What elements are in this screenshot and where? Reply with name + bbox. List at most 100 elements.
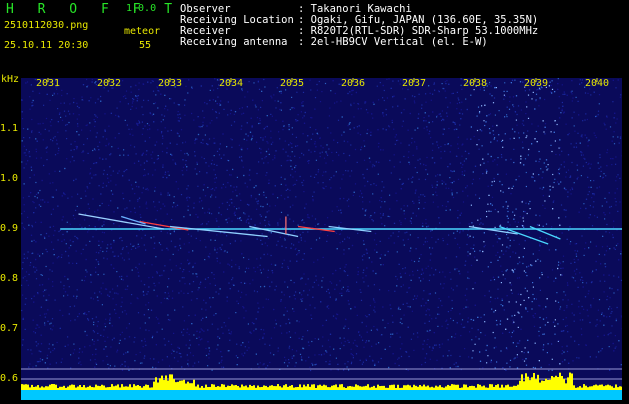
noise-dot xyxy=(52,271,53,272)
noise-dot xyxy=(613,275,614,276)
noise-dot xyxy=(104,170,105,171)
noise-dot xyxy=(95,102,96,103)
noise-dot xyxy=(297,120,298,121)
noise-dot xyxy=(425,202,426,203)
noise-dot xyxy=(271,338,272,339)
noise-dot xyxy=(111,87,112,88)
noise-dot xyxy=(374,284,375,285)
noise-dot xyxy=(315,129,316,130)
noise-dot xyxy=(353,355,354,356)
noise-dot xyxy=(518,327,519,328)
noise-dot xyxy=(95,174,96,175)
noise-dot xyxy=(191,113,192,114)
noise-dot xyxy=(322,175,323,176)
noise-dot xyxy=(603,173,604,174)
noise-dot xyxy=(539,161,540,162)
noise-dot xyxy=(581,277,582,278)
noise-dot xyxy=(518,313,519,314)
noise-dot xyxy=(380,258,381,259)
noise-dot xyxy=(427,174,428,175)
noise-dot xyxy=(587,119,588,120)
noise-dot xyxy=(93,324,94,325)
noise-dot xyxy=(542,189,543,190)
noise-dot xyxy=(87,188,88,189)
noise-dot xyxy=(478,139,479,140)
noise-dot xyxy=(146,161,147,162)
noise-dot xyxy=(93,344,94,345)
noise-dot xyxy=(601,348,602,349)
noise-dot xyxy=(237,218,238,219)
noise-dot xyxy=(301,294,302,295)
noise-dot xyxy=(539,360,540,361)
noise-dot xyxy=(494,97,495,98)
noise-dot xyxy=(578,357,579,358)
noise-dot xyxy=(300,176,301,177)
noise-dot xyxy=(290,280,291,281)
noise-dot xyxy=(153,201,154,202)
noise-dot xyxy=(156,317,157,318)
noise-dot xyxy=(567,285,568,286)
noise-dot xyxy=(130,109,131,110)
noise-dot xyxy=(213,169,214,170)
noise-dot xyxy=(558,78,559,79)
noise-dot xyxy=(371,219,372,220)
noise-dot xyxy=(421,254,422,255)
noise-dot xyxy=(238,208,239,209)
noise-dot xyxy=(333,316,334,317)
noise-dot xyxy=(50,183,51,184)
noise-dot xyxy=(31,84,32,85)
noise-dot xyxy=(510,360,511,361)
noise-dot xyxy=(376,185,377,186)
noise-dot xyxy=(513,342,514,343)
frequency-unit: kHz xyxy=(1,74,19,85)
noise-dot xyxy=(465,265,466,266)
noise-dot xyxy=(325,186,326,187)
noise-dot xyxy=(194,363,195,364)
noise-dot xyxy=(563,256,564,257)
noise-dot xyxy=(69,262,70,263)
noise-dot xyxy=(400,337,401,338)
noise-dot xyxy=(232,139,233,140)
noise-dot xyxy=(374,249,375,250)
noise-dot xyxy=(525,307,526,308)
noise-dot xyxy=(256,173,257,174)
noise-dot xyxy=(32,201,33,202)
noise-dot xyxy=(138,244,139,245)
noise-dot xyxy=(272,142,273,143)
noise-dot xyxy=(512,104,513,105)
noise-dot xyxy=(50,121,51,122)
noise-dot xyxy=(156,225,157,226)
noise-dot xyxy=(151,237,152,238)
noise-dot xyxy=(236,344,237,345)
noise-dot xyxy=(137,268,138,269)
noise-dot xyxy=(610,126,611,127)
noise-dot xyxy=(535,313,536,314)
noise-dot xyxy=(344,267,345,268)
noise-dot xyxy=(320,301,321,302)
noise-dot xyxy=(577,251,578,252)
noise-dot xyxy=(258,161,259,162)
noise-dot xyxy=(39,93,40,94)
noise-dot xyxy=(164,265,165,266)
noise-dot xyxy=(79,114,80,115)
noise-dot xyxy=(73,113,74,114)
noise-dot xyxy=(536,299,537,300)
noise-dot xyxy=(552,80,553,81)
noise-dot xyxy=(314,282,315,283)
noise-dot xyxy=(325,163,326,164)
noise-dot xyxy=(77,316,78,317)
noise-dot xyxy=(397,359,398,360)
noise-dot xyxy=(524,248,525,249)
noise-dot xyxy=(609,333,610,334)
noise-dot xyxy=(212,109,213,110)
noise-dot xyxy=(91,297,92,298)
noise-dot xyxy=(113,171,114,172)
noise-dot xyxy=(493,311,494,312)
noise-dot xyxy=(60,230,61,231)
noise-dot xyxy=(263,337,264,338)
noise-dot xyxy=(220,104,221,105)
noise-dot xyxy=(437,326,438,327)
noise-dot xyxy=(600,281,601,282)
noise-dot xyxy=(169,98,170,99)
noise-dot xyxy=(511,284,512,285)
